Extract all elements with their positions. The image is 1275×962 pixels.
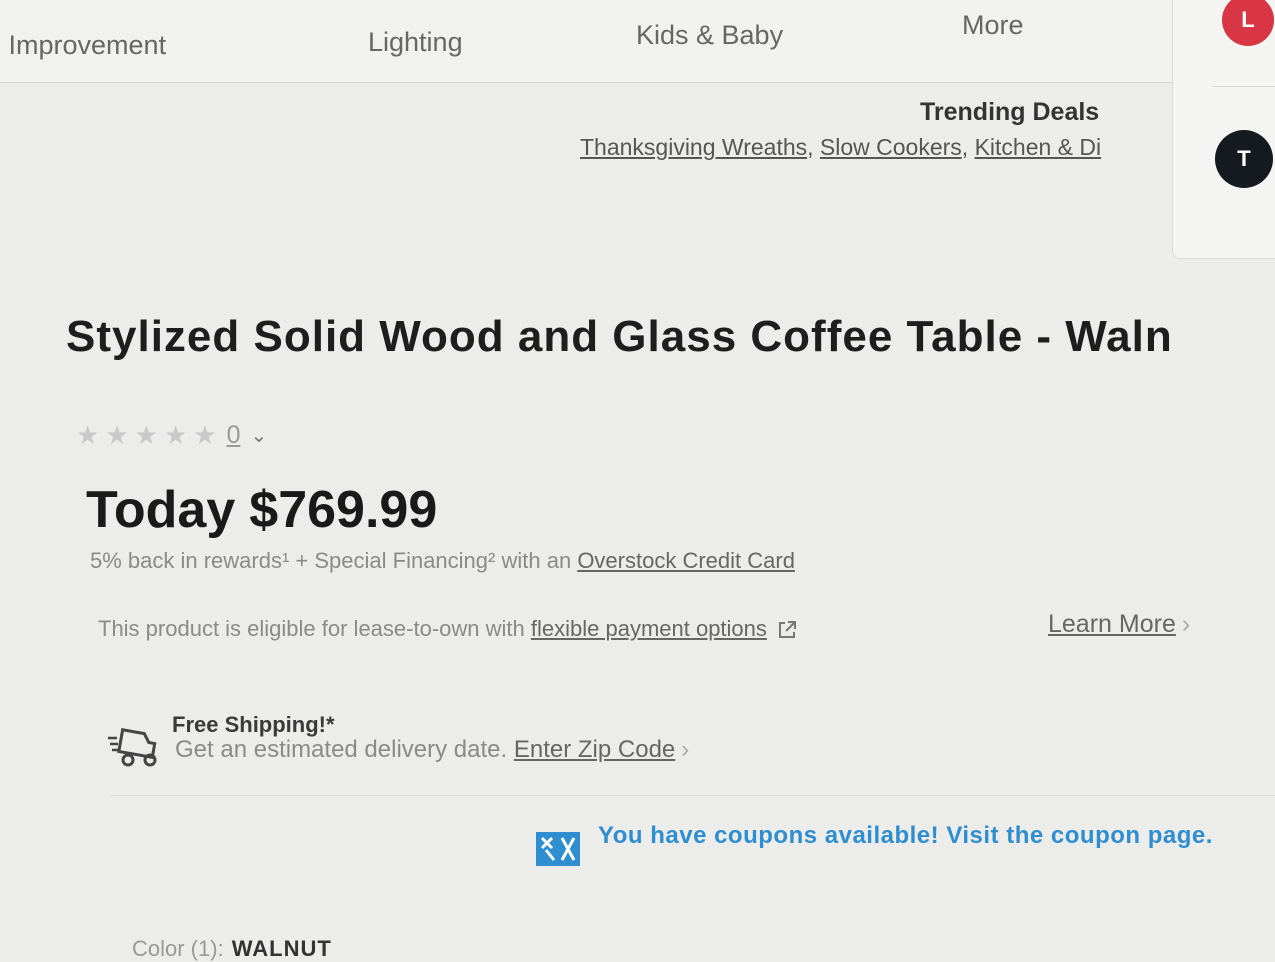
rewards-text: 5% back in rewards¹ + Special Financing²… <box>90 548 572 573</box>
color-row: Color (1): WALNUT <box>132 936 332 962</box>
product-title: Stylized Solid Wood and Glass Coffee Tab… <box>66 312 1173 361</box>
star-icon: ★ <box>193 420 217 450</box>
star-icon: ★ <box>134 420 158 450</box>
star-icon: ★ <box>76 420 100 450</box>
chevron-down-icon[interactable]: ⌄ <box>250 423 267 448</box>
nav-item-lighting[interactable]: Lighting <box>368 27 463 58</box>
trending-link-slow-cookers[interactable]: Slow Cookers <box>820 134 962 160</box>
coupon-icon[interactable] <box>536 832 580 866</box>
learn-more-label: Learn More <box>1048 610 1176 638</box>
star-icon: ★ <box>105 420 129 450</box>
price: Today $769.99 <box>86 480 437 540</box>
lease-line: This product is eligible for lease-to-ow… <box>98 616 797 642</box>
avatar-t[interactable]: T <box>1215 130 1273 188</box>
rating-count[interactable]: 0 <box>227 421 241 450</box>
free-shipping-title: Free Shipping!* <box>172 712 335 737</box>
enter-zip-link[interactable]: Enter Zip Code <box>514 736 675 763</box>
payment-options-link[interactable]: flexible payment options <box>531 616 767 641</box>
rating[interactable]: ★ ★ ★ ★ ★ 0 ⌄ <box>76 420 267 451</box>
star-icon: ★ <box>163 420 188 450</box>
top-nav: e Improvement Lighting Kids & Baby More <box>0 0 1180 83</box>
side-divider <box>1212 86 1275 87</box>
lease-text: This product is eligible for lease-to-ow… <box>98 616 525 641</box>
delivery-line: Get an estimated delivery date. Enter Zi… <box>175 736 689 764</box>
rewards-line: 5% back in rewards¹ + Special Financing²… <box>90 548 795 574</box>
truck-icon <box>108 728 157 767</box>
price-value: $769.99 <box>249 481 438 539</box>
chevron-right-icon: › <box>681 736 690 763</box>
delivery-text: Get an estimated delivery date. <box>175 736 508 763</box>
nav-item-home-improvement[interactable]: e Improvement <box>0 30 166 61</box>
color-label: Color (1): <box>132 936 224 961</box>
credit-card-link[interactable]: Overstock Credit Card <box>577 548 795 573</box>
nav-item-kids-baby[interactable]: Kids & Baby <box>636 20 783 51</box>
price-label: Today <box>86 481 236 539</box>
chevron-right-icon: › <box>1181 610 1191 638</box>
coupon-link[interactable]: You have coupons available! Visit the co… <box>598 822 1213 850</box>
trending-link-kitchen[interactable]: Kitchen & Di <box>975 134 1102 160</box>
color-value: WALNUT <box>231 936 332 961</box>
trending-links: Thanksgiving Wreaths, Slow Cookers, Kitc… <box>580 134 1102 160</box>
trending-link-wreaths[interactable]: Thanksgiving Wreaths <box>580 134 807 160</box>
trending-deals-title: Trending Deals <box>920 98 1100 126</box>
learn-more-link[interactable]: Learn More › <box>1048 610 1190 639</box>
external-link-icon[interactable] <box>777 620 797 640</box>
nav-item-more[interactable]: More <box>962 10 1024 41</box>
divider <box>110 795 1275 796</box>
